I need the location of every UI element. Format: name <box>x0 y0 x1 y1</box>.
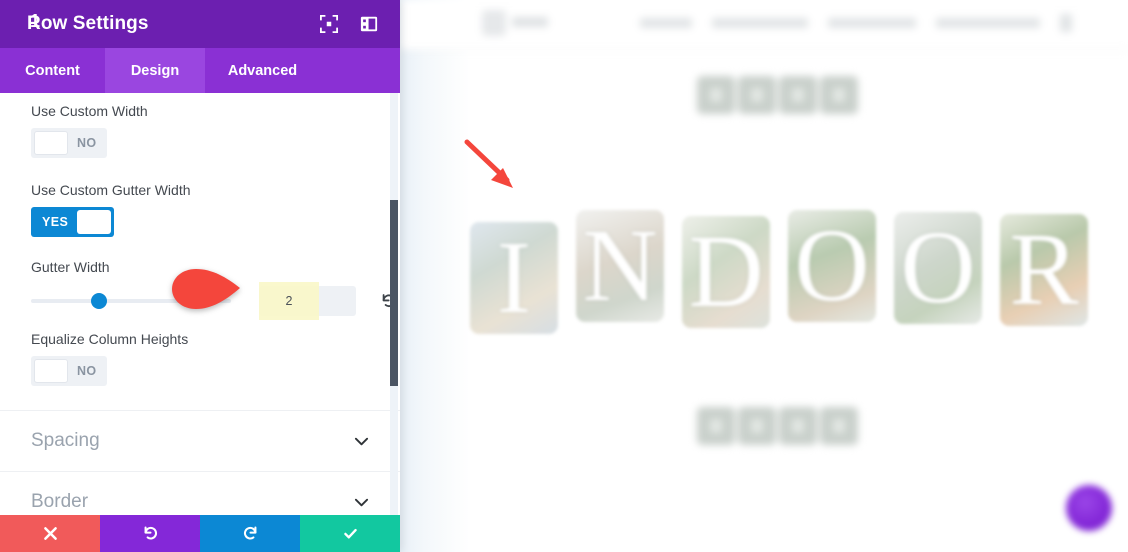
close-icon <box>43 527 57 540</box>
toggle-value: NO <box>77 364 97 378</box>
panel-header-icons <box>320 0 378 48</box>
undo-button[interactable] <box>100 515 200 552</box>
toggle-knob <box>34 131 68 155</box>
panel-header: Row Settings <box>0 0 400 48</box>
slider-thumb[interactable] <box>91 293 107 309</box>
letter-glyph: N <box>582 210 658 322</box>
annotation-badge <box>172 269 240 309</box>
panel-scrollbar-thumb[interactable] <box>390 200 398 386</box>
toggle-knob <box>34 359 68 383</box>
toggle-value: YES <box>42 215 69 229</box>
social-icon[interactable] <box>697 76 735 114</box>
accordion-spacing[interactable]: Spacing <box>0 411 400 472</box>
letter-tile[interactable]: D <box>682 216 770 328</box>
toggle-use-custom-width[interactable]: NO <box>31 128 107 158</box>
letter-glyph: O <box>900 212 976 324</box>
annotation-badge-number: 1 <box>29 11 40 31</box>
tab-design[interactable]: Design <box>105 48 205 93</box>
site-logo-text <box>512 17 548 27</box>
social-icon[interactable] <box>779 76 817 114</box>
field-label: Equalize Column Heights <box>31 331 189 347</box>
tab-content[interactable]: Content <box>0 48 105 93</box>
social-icon[interactable] <box>738 76 776 114</box>
gutter-width-input[interactable]: 2 <box>259 286 319 316</box>
letter-glyph: R <box>1009 214 1079 326</box>
toggle-use-custom-gutter-width[interactable]: YES <box>31 207 115 237</box>
site-logo-icon <box>482 10 506 36</box>
divi-floating-button[interactable] <box>1066 485 1112 531</box>
letter-tile[interactable]: R <box>1000 214 1088 326</box>
field-label: Use Custom Gutter Width <box>31 182 191 198</box>
social-icon-row-top <box>697 76 867 118</box>
panel-layout-icon[interactable] <box>360 15 378 33</box>
focus-frame-icon[interactable] <box>320 15 338 33</box>
social-icon-row-bottom <box>697 407 867 449</box>
save-button[interactable] <box>300 515 400 552</box>
social-icon[interactable] <box>820 76 858 114</box>
chevron-down-icon <box>354 498 369 506</box>
accordion-label: Border <box>31 491 89 512</box>
check-icon <box>343 528 357 539</box>
undo-icon <box>144 526 157 540</box>
cancel-button[interactable] <box>0 515 100 552</box>
social-icon[interactable] <box>779 407 817 445</box>
redo-icon <box>243 526 256 540</box>
cart-icon[interactable] <box>1060 14 1072 32</box>
field-use-custom-gutter-width: Use Custom Gutter Width YES <box>0 160 400 237</box>
preview-left-edge <box>400 0 470 552</box>
screen: I N D O O R Row Settings Content Design … <box>0 0 1128 552</box>
letter-tile[interactable]: O <box>788 210 876 322</box>
letter-glyph: O <box>794 210 870 322</box>
letter-tile[interactable]: I <box>470 222 558 334</box>
social-icon[interactable] <box>738 407 776 445</box>
panel-tabs: Content Design Advanced <box>0 48 400 93</box>
nav-link-4[interactable] <box>936 18 1040 28</box>
field-equalize-column-heights: Equalize Column Heights NO <box>0 318 400 388</box>
social-icon[interactable] <box>697 407 735 445</box>
nav-link-3[interactable] <box>828 18 916 28</box>
nav-link-1[interactable] <box>640 18 692 28</box>
site-header <box>400 0 1128 50</box>
field-label: Use Custom Width <box>31 103 148 119</box>
tab-advanced[interactable]: Advanced <box>205 48 320 93</box>
field-use-custom-width: Use Custom Width NO <box>0 93 400 160</box>
toggle-knob <box>77 210 112 234</box>
letter-glyph: D <box>688 216 764 328</box>
letter-tile[interactable]: N <box>576 210 664 322</box>
nav-link-2[interactable] <box>712 18 808 28</box>
annotation-arrow <box>464 139 513 188</box>
letter-glyph: I <box>496 222 532 334</box>
gutter-width-input-wrapper[interactable]: 2 <box>259 282 356 320</box>
letter-image-row: I N D O O R <box>470 210 1110 352</box>
toggle-value: NO <box>77 136 97 150</box>
toggle-equalize-column-heights[interactable]: NO <box>31 356 107 386</box>
accordion-label: Spacing <box>31 430 100 451</box>
panel-footer <box>0 515 400 552</box>
letter-tile[interactable]: O <box>894 212 982 324</box>
social-icon[interactable] <box>820 407 858 445</box>
chevron-down-icon <box>354 437 369 445</box>
redo-button[interactable] <box>200 515 300 552</box>
